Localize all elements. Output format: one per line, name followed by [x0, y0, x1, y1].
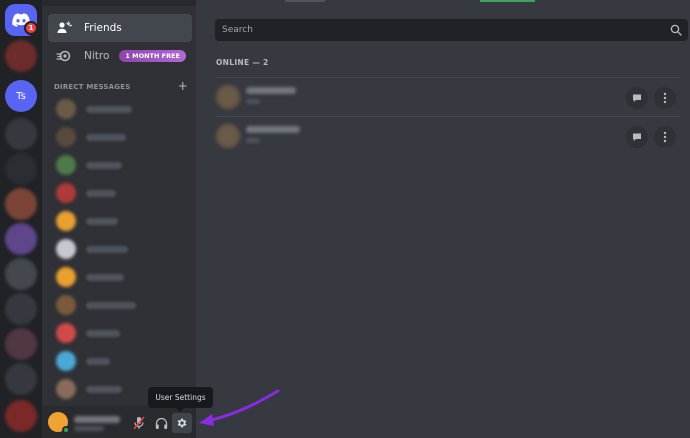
- dm-section-header: DIRECT MESSAGES +: [54, 79, 188, 93]
- server-icon[interactable]: [5, 293, 37, 325]
- avatar: [56, 351, 76, 371]
- dm-header-label: DIRECT MESSAGES: [54, 83, 131, 91]
- friends-wave-icon: [56, 20, 72, 36]
- tab-indicator[interactable]: [285, 0, 325, 2]
- add-friend-tab-indicator[interactable]: [480, 0, 535, 2]
- avatar: [216, 124, 240, 148]
- online-count-header: ONLINE — 2: [216, 58, 269, 67]
- dm-item[interactable]: [48, 292, 192, 318]
- notification-badge: 1: [24, 21, 38, 35]
- friend-status: [246, 138, 260, 143]
- avatar: [56, 295, 76, 315]
- nav-friends[interactable]: Friends: [48, 14, 192, 42]
- more-options-button[interactable]: [654, 126, 676, 148]
- more-options-button[interactable]: [654, 87, 676, 109]
- server-icon[interactable]: [5, 363, 37, 395]
- search-icon[interactable]: [670, 24, 682, 36]
- server-icon[interactable]: [5, 258, 37, 290]
- avatar: [56, 379, 76, 399]
- dm-item[interactable]: [48, 180, 192, 206]
- dm-username: [86, 133, 126, 141]
- user-display-name: [74, 416, 120, 423]
- friends-toolbar: [196, 0, 690, 6]
- chat-bubble-icon: [633, 133, 641, 141]
- user-tag: [74, 426, 104, 431]
- dm-item[interactable]: [48, 124, 192, 150]
- friend-username: [246, 126, 300, 133]
- nitro-icon: [56, 48, 72, 64]
- dm-username: [86, 189, 116, 197]
- avatar: [56, 99, 76, 119]
- friend-row[interactable]: [216, 117, 680, 155]
- dm-item[interactable]: [48, 208, 192, 234]
- user-panel: [42, 406, 196, 438]
- dm-username: [86, 245, 128, 253]
- dm-item[interactable]: [48, 348, 192, 374]
- message-button[interactable]: [626, 126, 648, 148]
- nitro-promo-badge: 1 MONTH FREE: [119, 50, 186, 62]
- avatar: [216, 85, 240, 109]
- avatar: [56, 211, 76, 231]
- online-status-indicator: [62, 426, 70, 434]
- dm-username: [86, 385, 122, 393]
- server-icon[interactable]: [5, 223, 37, 255]
- dm-item[interactable]: [48, 320, 192, 346]
- friends-search: [215, 19, 688, 41]
- user-settings-button[interactable]: [172, 413, 192, 433]
- sidebar-search-bar[interactable]: [42, 0, 196, 6]
- dm-item[interactable]: [48, 96, 192, 122]
- server-icon[interactable]: [5, 400, 37, 432]
- mic-muted-icon: [133, 416, 145, 430]
- friend-row[interactable]: [216, 78, 680, 116]
- server-icon[interactable]: [5, 153, 37, 185]
- server-icon-ts[interactable]: Ts: [5, 80, 37, 112]
- avatar: [56, 239, 76, 259]
- dm-username: [86, 273, 124, 281]
- mute-button[interactable]: [130, 414, 148, 432]
- headphones-icon: [155, 417, 167, 429]
- server-icon[interactable]: [5, 118, 37, 150]
- annotation-arrow-icon: [199, 389, 280, 426]
- deafen-button[interactable]: [152, 414, 170, 432]
- dm-username: [86, 105, 132, 113]
- vertical-dots-icon: [663, 131, 667, 143]
- dm-username: [86, 301, 136, 309]
- server-icon[interactable]: [5, 188, 37, 220]
- server-icon[interactable]: [5, 40, 37, 72]
- dm-sidebar: Friends Nitro 1 MONTH FREE DIRECT MESSAG…: [42, 0, 196, 438]
- server-icon[interactable]: [5, 328, 37, 360]
- avatar: [56, 127, 76, 147]
- friend-username: [246, 87, 296, 94]
- dm-item[interactable]: [48, 264, 192, 290]
- dm-item[interactable]: [48, 236, 192, 262]
- message-button[interactable]: [626, 87, 648, 109]
- dm-username: [86, 357, 110, 365]
- add-dm-icon[interactable]: +: [178, 79, 188, 93]
- dm-username: [86, 161, 122, 169]
- server-rail: 1 Ts: [0, 0, 42, 438]
- dm-item[interactable]: [48, 152, 192, 178]
- nav-friends-label: Friends: [84, 22, 122, 34]
- gear-icon: [177, 418, 187, 428]
- dm-username: [86, 329, 120, 337]
- avatar: [56, 183, 76, 203]
- search-input[interactable]: [215, 19, 655, 41]
- friend-status: [246, 99, 260, 104]
- avatar: [56, 323, 76, 343]
- avatar: [56, 267, 76, 287]
- nav-nitro-label: Nitro: [84, 50, 110, 62]
- vertical-dots-icon: [663, 92, 667, 104]
- nav-nitro[interactable]: Nitro 1 MONTH FREE: [48, 42, 192, 70]
- chat-bubble-icon: [633, 94, 641, 102]
- avatar: [56, 155, 76, 175]
- dm-username: [86, 217, 118, 225]
